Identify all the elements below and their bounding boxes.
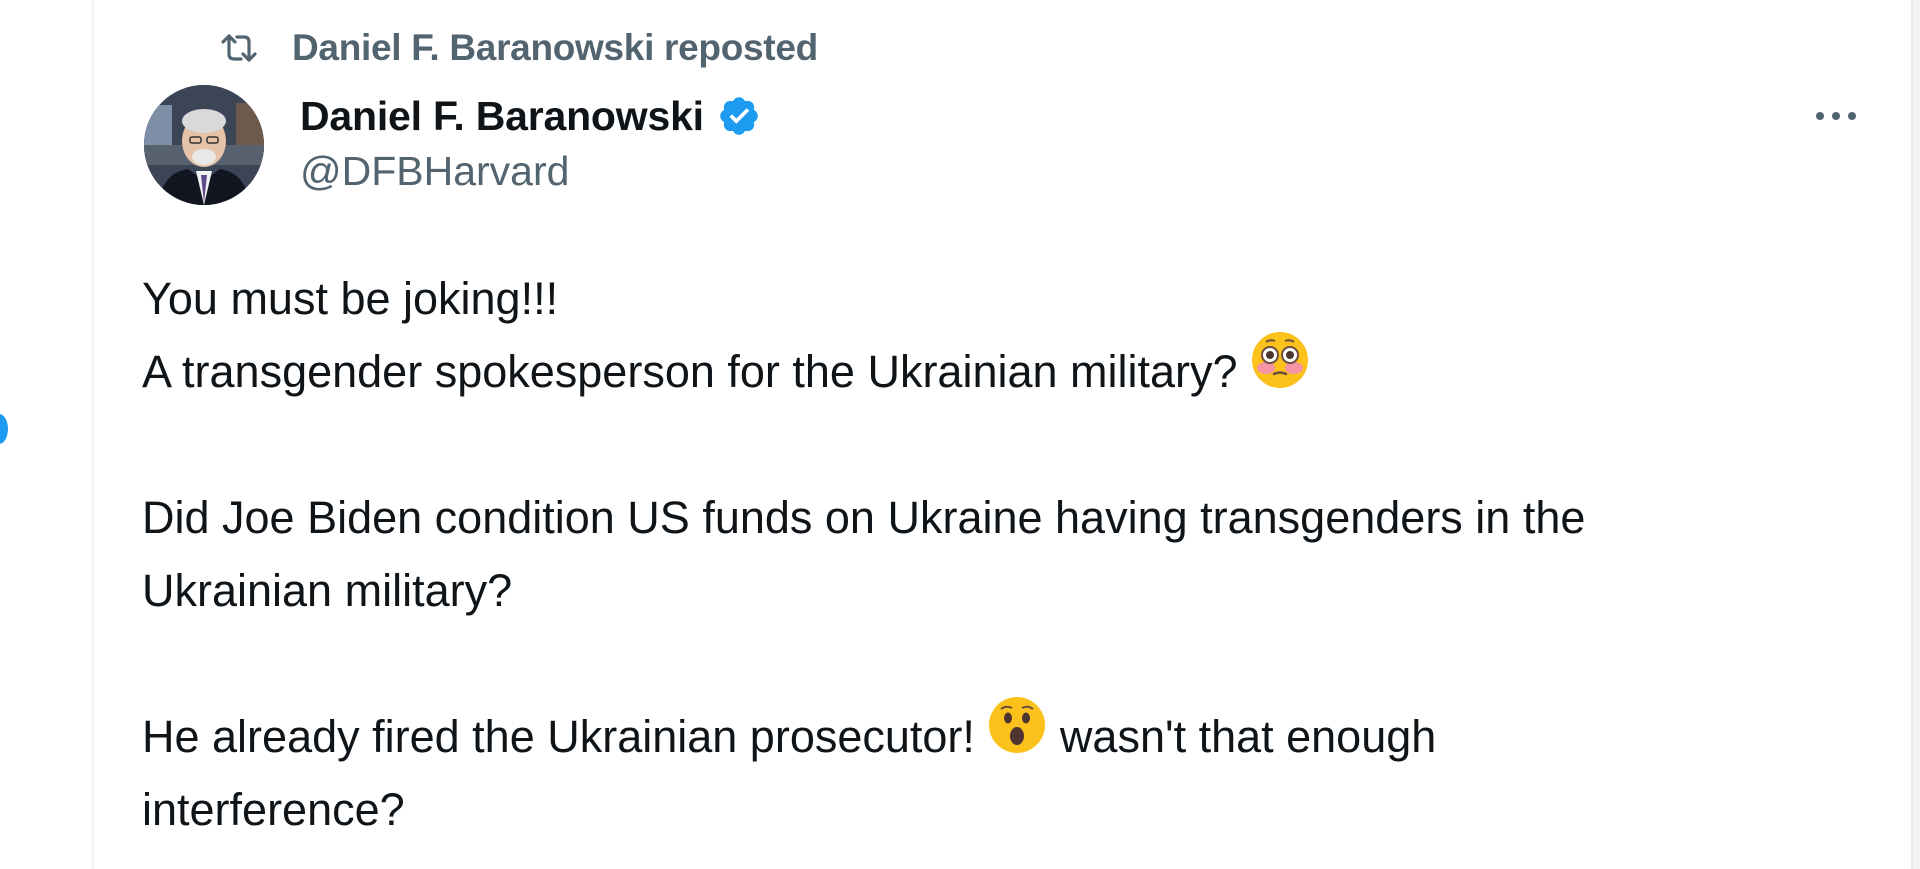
flushed-face-emoji [1250, 330, 1310, 411]
tweet-line-text: He already fired the Ukrainian prosecuto… [142, 711, 988, 762]
repost-label[interactable]: Daniel F. Baranowski reposted [292, 27, 818, 69]
tweet-line: interference? [142, 784, 405, 835]
author-display-name[interactable]: Daniel F. Baranowski [300, 93, 704, 140]
tweet-line-text: wasn't that enough [1047, 711, 1437, 762]
repost-icon [216, 30, 262, 66]
more-options-icon [1814, 109, 1858, 127]
tweet-line: Did Joe Biden condition US funds on Ukra… [142, 492, 1586, 543]
verified-badge-icon[interactable] [714, 91, 764, 141]
repost-header[interactable]: Daniel F. Baranowski reposted [216, 26, 818, 70]
left-sidebar-edge [0, 0, 92, 869]
tweet-article[interactable]: Daniel F. Baranowski reposted Daniel F. … [94, 0, 1909, 869]
surprised-face-emoji [987, 695, 1047, 776]
tweet-line: A transgender spokesperson for the Ukrai… [142, 331, 1882, 408]
tweet-text: You must be joking!!! A transgender spok… [142, 262, 1882, 846]
notification-dot[interactable] [0, 414, 8, 444]
avatar[interactable] [144, 85, 264, 205]
scrollbar-track[interactable] [1911, 0, 1920, 869]
author-handle[interactable]: @DFBHarvard [300, 148, 764, 195]
tweet-line: Ukrainian military? [142, 565, 513, 616]
tweet-line: You must be joking!!! [142, 273, 559, 324]
more-options-button[interactable] [1806, 96, 1866, 140]
timeline-page: Daniel F. Baranowski reposted Daniel F. … [0, 0, 1920, 869]
tweet-line: He already fired the Ukrainian prosecuto… [142, 696, 1882, 773]
author-info: Daniel F. Baranowski @DFBHarvard [300, 88, 764, 195]
tweet-line-text: A transgender spokesperson for the Ukrai… [142, 346, 1251, 397]
